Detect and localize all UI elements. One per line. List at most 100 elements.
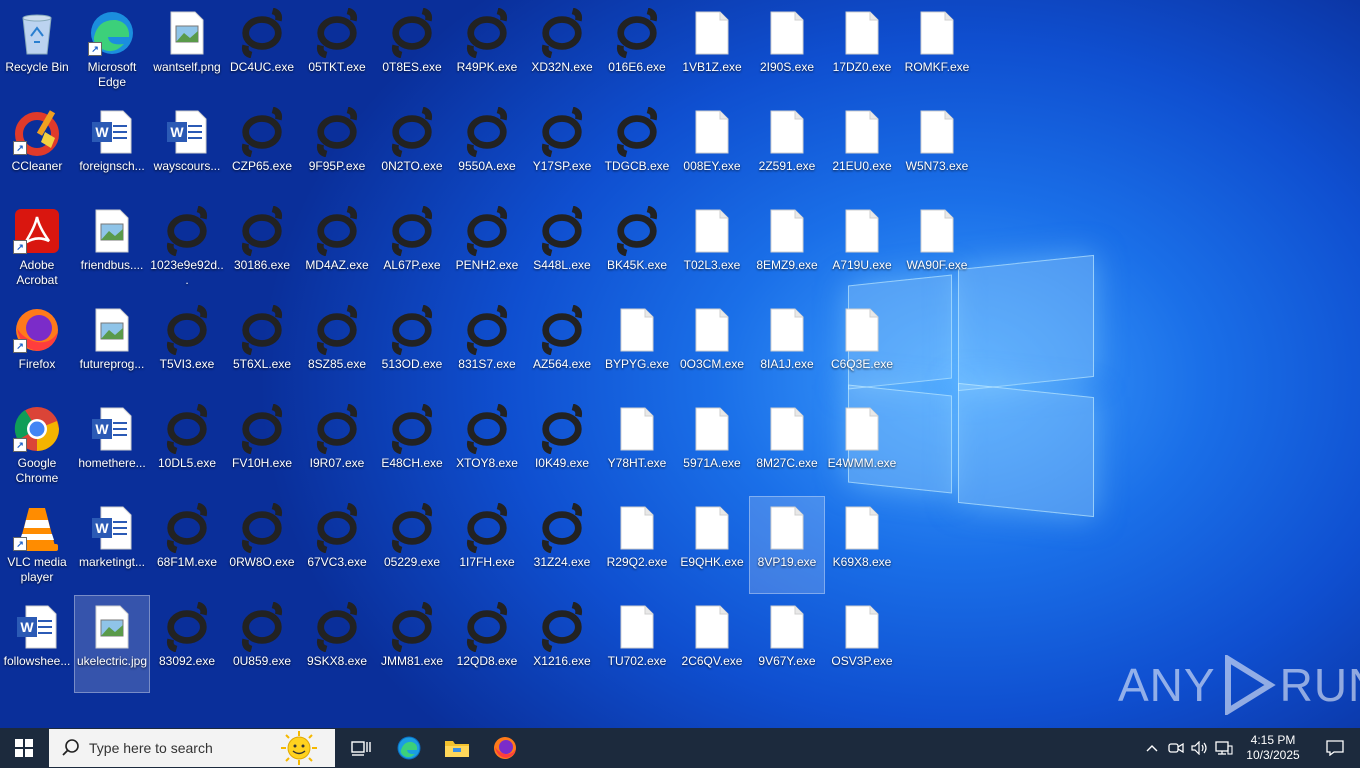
desktop-icon-9550a-exe[interactable]: 9550A.exe — [450, 101, 524, 197]
desktop-icon-0t8es-exe[interactable]: 0T8ES.exe — [375, 2, 449, 98]
desktop-icon-jmm81-exe[interactable]: JMM81.exe — [375, 596, 449, 692]
desktop-icon-0u859-exe[interactable]: 0U859.exe — [225, 596, 299, 692]
desktop-icon-adobe-acrobat[interactable]: ↗ Adobe Acrobat — [0, 200, 74, 296]
desktop-icon-tu702-exe[interactable]: TU702.exe — [600, 596, 674, 692]
desktop-icon-marketingt[interactable]: Wmarketingt... — [75, 497, 149, 593]
desktop-icon-e48ch-exe[interactable]: E48CH.exe — [375, 398, 449, 494]
desktop-icon-i9r07-exe[interactable]: I9R07.exe — [300, 398, 374, 494]
desktop-icon-0n2to-exe[interactable]: 0N2TO.exe — [375, 101, 449, 197]
desktop-icon-recycle-bin[interactable]: Recycle Bin — [0, 2, 74, 98]
desktop-icon-30186-exe[interactable]: 30186.exe — [225, 200, 299, 296]
desktop-icon-8ia1j-exe[interactable]: 8IA1J.exe — [750, 299, 824, 395]
desktop-icon-05229-exe[interactable]: 05229.exe — [375, 497, 449, 593]
desktop-icon-ccleaner[interactable]: ↗ CCleaner — [0, 101, 74, 197]
desktop[interactable]: Recycle Bin ↗ Microsoft Edge wantself.png DC… — [0, 0, 1360, 728]
taskbar-edge-button[interactable] — [385, 728, 433, 768]
desktop-icon-2i90s-exe[interactable]: 2I90S.exe — [750, 2, 824, 98]
desktop-icon-8m27c-exe[interactable]: 8M27C.exe — [750, 398, 824, 494]
network-button[interactable] — [1212, 728, 1236, 768]
desktop-icon-016e6-exe[interactable]: 016E6.exe — [600, 2, 674, 98]
desktop-icon-ukelectric-jpg[interactable]: ukelectric.jpg — [74, 595, 150, 693]
desktop-icon-e4wmm-exe[interactable]: E4WMM.exe — [825, 398, 899, 494]
desktop-icon-xd32n-exe[interactable]: XD32N.exe — [525, 2, 599, 98]
desktop-icon-5971a-exe[interactable]: 5971A.exe — [675, 398, 749, 494]
desktop-icon-wa90f-exe[interactable]: WA90F.exe — [900, 200, 974, 296]
desktop-icon-r49pk-exe[interactable]: R49PK.exe — [450, 2, 524, 98]
desktop-icon-1vb1z-exe[interactable]: 1VB1Z.exe — [675, 2, 749, 98]
desktop-icon-wayscours[interactable]: Wwayscours... — [150, 101, 224, 197]
desktop-icon-2z591-exe[interactable]: 2Z591.exe — [750, 101, 824, 197]
desktop-icon-i0k49-exe[interactable]: I0K49.exe — [525, 398, 599, 494]
show-hidden-icons-button[interactable] — [1140, 728, 1164, 768]
desktop-icon-foreignsch[interactable]: Wforeignsch... — [75, 101, 149, 197]
desktop-icon-9f95p-exe[interactable]: 9F95P.exe — [300, 101, 374, 197]
desktop-icon-008ey-exe[interactable]: 008EY.exe — [675, 101, 749, 197]
start-button[interactable] — [0, 728, 48, 768]
desktop-icon-0o3cm-exe[interactable]: 0O3CM.exe — [675, 299, 749, 395]
desktop-icon-y78ht-exe[interactable]: Y78HT.exe — [600, 398, 674, 494]
desktop-icon-osv3p-exe[interactable]: OSV3P.exe — [825, 596, 899, 692]
desktop-icon-e9qhk-exe[interactable]: E9QHK.exe — [675, 497, 749, 593]
desktop-icon-83092-exe[interactable]: 83092.exe — [150, 596, 224, 692]
desktop-icon-a719u-exe[interactable]: A719U.exe — [825, 200, 899, 296]
desktop-icon-8sz85-exe[interactable]: 8SZ85.exe — [300, 299, 374, 395]
desktop-icon-followshee[interactable]: Wfollowshee... — [0, 596, 74, 692]
desktop-icon-831s7-exe[interactable]: 831S7.exe — [450, 299, 524, 395]
desktop-icon-firefox[interactable]: ↗ Firefox — [0, 299, 74, 395]
desktop-icon-md4az-exe[interactable]: MD4AZ.exe — [300, 200, 374, 296]
desktop-icon-al67p-exe[interactable]: AL67P.exe — [375, 200, 449, 296]
desktop-icon-czp65-exe[interactable]: CZP65.exe — [225, 101, 299, 197]
desktop-icon-az564-exe[interactable]: AZ564.exe — [525, 299, 599, 395]
desktop-icon-microsoft-edge[interactable]: ↗ Microsoft Edge — [75, 2, 149, 98]
desktop-icon-67vc3-exe[interactable]: 67VC3.exe — [300, 497, 374, 593]
desktop-icon-w5n73-exe[interactable]: W5N73.exe — [900, 101, 974, 197]
desktop-icon-21eu0-exe[interactable]: 21EU0.exe — [825, 101, 899, 197]
taskbar-search-box[interactable]: Type here to search — [49, 729, 335, 767]
meet-now-button[interactable] — [1164, 728, 1188, 768]
desktop-icon-10dl5-exe[interactable]: 10DL5.exe — [150, 398, 224, 494]
desktop-icon-8vp19-exe[interactable]: 8VP19.exe — [749, 496, 825, 594]
desktop-icon-1i7fh-exe[interactable]: 1I7FH.exe — [450, 497, 524, 593]
desktop-icon-8emz9-exe[interactable]: 8EMZ9.exe — [750, 200, 824, 296]
desktop-icon-k69x8-exe[interactable]: K69X8.exe — [825, 497, 899, 593]
taskbar-firefox-button[interactable] — [481, 728, 529, 768]
volume-button[interactable] — [1188, 728, 1212, 768]
desktop-icon-2c6qv-exe[interactable]: 2C6QV.exe — [675, 596, 749, 692]
desktop-icon-5t6xl-exe[interactable]: 5T6XL.exe — [225, 299, 299, 395]
desktop-icon-0rw8o-exe[interactable]: 0RW8O.exe — [225, 497, 299, 593]
desktop-icon-wantself-png[interactable]: wantself.png — [150, 2, 224, 98]
desktop-icon-9v67y-exe[interactable]: 9V67Y.exe — [750, 596, 824, 692]
desktop-icon-homethere[interactable]: Whomethere... — [75, 398, 149, 494]
desktop-icon-c6q3e-exe[interactable]: C6Q3E.exe — [825, 299, 899, 395]
desktop-icon-12qd8-exe[interactable]: 12QD8.exe — [450, 596, 524, 692]
desktop-icon-futureprog[interactable]: futureprog... — [75, 299, 149, 395]
desktop-icon-9skx8-exe[interactable]: 9SKX8.exe — [300, 596, 374, 692]
desktop-icon-penh2-exe[interactable]: PENH2.exe — [450, 200, 524, 296]
desktop-icon-1023e9e92d[interactable]: 1023e9e92d... — [150, 200, 224, 296]
desktop-icon-05tkt-exe[interactable]: 05TKT.exe — [300, 2, 374, 98]
desktop-icon-bypyg-exe[interactable]: BYPYG.exe — [600, 299, 674, 395]
desktop-icon-friendbus[interactable]: friendbus.... — [75, 200, 149, 296]
desktop-icon-y17sp-exe[interactable]: Y17SP.exe — [525, 101, 599, 197]
desktop-icon-vlc-media-player[interactable]: ↗ VLC media player — [0, 497, 74, 593]
desktop-icon-romkf-exe[interactable]: ROMKF.exe — [900, 2, 974, 98]
desktop-icon-bk45k-exe[interactable]: BK45K.exe — [600, 200, 674, 296]
action-center-button[interactable] — [1310, 728, 1360, 768]
task-view-button[interactable] — [337, 728, 385, 768]
desktop-icon-r29q2-exe[interactable]: R29Q2.exe — [600, 497, 674, 593]
desktop-icon-dc4uc-exe[interactable]: DC4UC.exe — [225, 2, 299, 98]
desktop-icon-513od-exe[interactable]: 513OD.exe — [375, 299, 449, 395]
desktop-icon-google-chrome[interactable]: ↗ Google Chrome — [0, 398, 74, 494]
desktop-icon-x1216-exe[interactable]: X1216.exe — [525, 596, 599, 692]
desktop-icon-17dz0-exe[interactable]: 17DZ0.exe — [825, 2, 899, 98]
clock[interactable]: 4:15 PM 10/3/2025 — [1236, 733, 1310, 763]
taskbar-file-explorer-button[interactable] — [433, 728, 481, 768]
desktop-icon-t5vi3-exe[interactable]: T5VI3.exe — [150, 299, 224, 395]
desktop-icon-tdgcb-exe[interactable]: TDGCB.exe — [600, 101, 674, 197]
desktop-icon-fv10h-exe[interactable]: FV10H.exe — [225, 398, 299, 494]
desktop-icon-t02l3-exe[interactable]: T02L3.exe — [675, 200, 749, 296]
desktop-icon-xtoy8-exe[interactable]: XTOY8.exe — [450, 398, 524, 494]
desktop-icon-68f1m-exe[interactable]: 68F1M.exe — [150, 497, 224, 593]
desktop-icon-s448l-exe[interactable]: S448L.exe — [525, 200, 599, 296]
desktop-icon-31z24-exe[interactable]: 31Z24.exe — [525, 497, 599, 593]
